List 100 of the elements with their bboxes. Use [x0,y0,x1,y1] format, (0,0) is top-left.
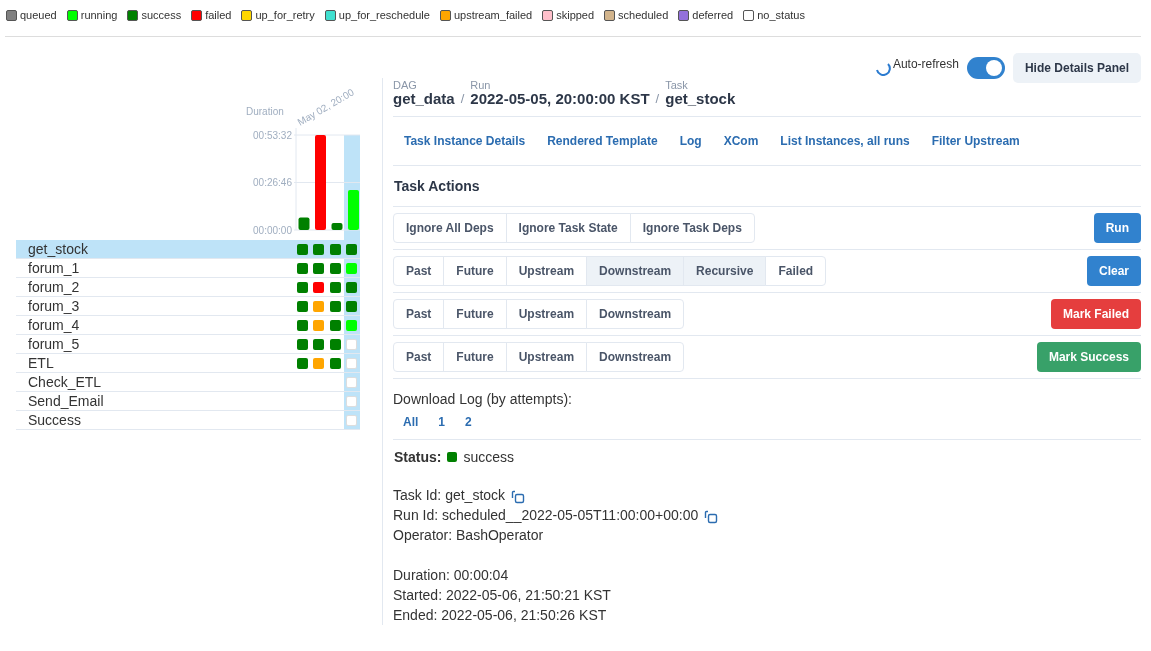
legend-label: running [80,9,118,21]
option-toggle-button[interactable]: Ignore Task State [505,213,631,243]
legend-label: deferred [692,9,734,21]
task-row[interactable]: Success [16,411,360,430]
task-instance-square[interactable] [329,338,341,350]
task-name: ETL [27,355,55,371]
details-tab-link[interactable]: Log [668,134,713,148]
auto-refresh-toggle[interactable] [966,57,1005,79]
task-row[interactable]: Send_Email [16,392,360,411]
legend-label: queued [20,9,57,21]
task-instance-square[interactable] [313,262,325,274]
task-row[interactable]: forum_1 [16,259,360,278]
legend-label: no_status [757,9,805,21]
axis-label: Duration [246,106,284,117]
action-button[interactable]: Clear [1086,256,1141,286]
task-row[interactable]: get_stock [16,240,360,259]
task-instance-square[interactable] [296,300,308,312]
option-toggle-button[interactable]: Future [443,299,507,329]
task-instance-square[interactable] [346,300,358,312]
task-instance-square[interactable] [296,243,308,255]
task-instance-square[interactable] [296,281,308,293]
task-name: forum_1 [27,260,81,276]
task-instance-square[interactable] [329,357,341,369]
option-toggle-button[interactable]: Future [443,342,507,372]
breadcrumb-value[interactable]: get_stock [665,91,736,106]
option-toggle-button[interactable]: Ignore All Deps [393,213,507,243]
status-value: success [463,449,515,465]
legend-label: scheduled [618,9,669,21]
action-button[interactable]: Run [1093,213,1141,243]
duration-bar[interactable] [331,222,343,230]
option-toggle-button[interactable]: Past [393,299,445,329]
breadcrumb-separator: / [655,91,660,106]
task-row[interactable]: ETL [16,354,360,373]
log-attempt-link[interactable]: 1 [430,415,454,429]
task-instance-square[interactable] [296,338,308,350]
legend-label: up_for_retry [255,9,315,21]
legend-label: upstream_failed [453,9,533,21]
section-title: Task Actions [393,177,481,196]
option-toggle-button[interactable]: Past [393,256,445,286]
task-instance-square[interactable] [329,243,341,255]
hide-details-button[interactable]: Hide Details Panel [1012,53,1141,83]
task-instance-square[interactable] [346,281,358,293]
task-instance-square[interactable] [329,319,341,331]
task-instance-square[interactable] [296,262,308,274]
option-toggle-button[interactable]: Downstream [586,342,685,372]
detail-text: Run Id: scheduled__2022-05-05T11:00:00+00:00 [393,507,699,523]
details-tab-link[interactable]: XCom [712,134,770,148]
option-toggle-button[interactable]: Downstream [586,299,685,329]
timing-text: Duration: 00:00:04 [393,566,510,585]
details-tab-link[interactable]: Filter Upstream [920,134,1031,148]
task-row[interactable]: forum_3 [16,297,360,316]
duration-bar[interactable] [298,217,310,230]
timing-text: Started: 2022-05-06, 21:50:21 KST [393,586,612,605]
option-toggle-button[interactable]: Ignore Task Deps [629,213,755,243]
task-instance-square[interactable] [313,281,325,293]
status-label: Status: [394,449,442,465]
task-name: Success [27,412,82,428]
detail-text: Operator: BashOperator [393,527,544,543]
breadcrumb-caption: Run [470,80,492,91]
log-attempt-link[interactable]: All [395,415,427,429]
task-name: Send_Email [27,393,105,409]
task-row[interactable]: forum_5 [16,335,360,354]
option-toggle-button[interactable]: Upstream [505,342,588,372]
download-log-label: Download Log (by attempts): [393,378,1141,407]
copy-icon[interactable] [704,509,719,524]
option-toggle-button[interactable]: Upstream [505,299,588,329]
task-name: forum_4 [27,317,81,333]
details-tab-link[interactable]: Rendered Template [536,134,669,148]
log-attempt-link[interactable]: 2 [457,415,480,429]
task-instance-square[interactable] [313,243,325,255]
task-name: Check_ETL [27,374,103,390]
task-instance-square[interactable] [313,338,325,350]
copy-icon[interactable] [511,489,526,504]
task-instance-square[interactable] [329,281,341,293]
breadcrumb-value[interactable]: get_data [393,91,455,106]
breadcrumb-caption: Task [665,80,689,91]
option-toggle-button[interactable]: Upstream [505,256,588,286]
task-row[interactable]: Check_ETL [16,373,360,392]
breadcrumb-value[interactable]: 2022-05-05, 20:00:00 KST [470,91,650,106]
task-name: get_stock [27,241,89,257]
option-toggle-button[interactable]: Recursive [683,256,767,286]
option-toggle-button[interactable]: Failed [765,256,827,286]
option-toggle-button[interactable]: Past [393,342,445,372]
legend-label: skipped [556,9,595,21]
action-button[interactable]: Mark Failed [1050,299,1141,329]
task-row[interactable]: forum_4 [16,316,360,335]
details-tab-link[interactable]: List Instances, all runs [769,134,921,148]
spinner-icon [874,60,891,76]
option-toggle-button[interactable]: Future [443,256,507,286]
task-instance-square[interactable] [296,357,308,369]
y-tick-label: 00:26:46 [253,177,292,189]
task-instance-square[interactable] [296,319,308,331]
task-instance-square[interactable] [346,243,358,255]
details-tab-link[interactable]: Task Instance Details [393,134,537,148]
y-tick-label: 00:00:00 [253,225,292,236]
task-instance-square[interactable] [329,262,341,274]
task-instance-square[interactable] [329,300,341,312]
task-row[interactable]: forum_2 [16,278,360,297]
option-toggle-button[interactable]: Downstream [586,256,685,286]
timing-text: Ended: 2022-05-06, 21:50:26 KST [393,606,608,625]
